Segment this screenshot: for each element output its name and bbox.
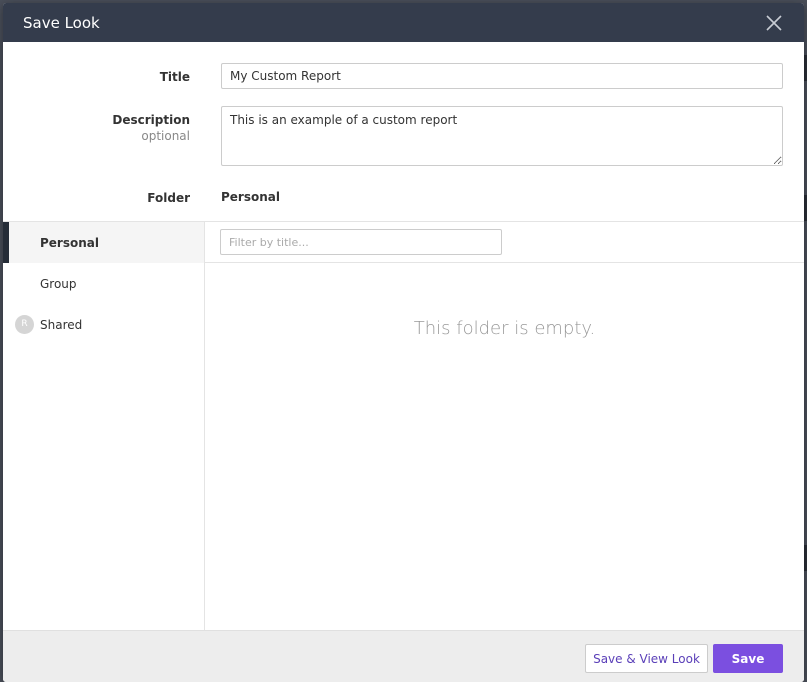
sidebar-item-personal[interactable]: Personal (3, 222, 204, 263)
folder-content: This folder is empty. (205, 222, 804, 630)
description-textarea[interactable]: This is an example of a custom report (221, 106, 783, 166)
title-label: Title (159, 70, 190, 84)
avatar: R (15, 315, 34, 334)
empty-folder-message: This folder is empty. (413, 318, 596, 339)
modal-header: Save Look (3, 3, 804, 42)
sidebar-item-label: Shared (40, 317, 83, 332)
sidebar-item-group[interactable]: Group (3, 263, 204, 304)
save-look-modal: Save Look Title Description optional Thi… (3, 3, 804, 682)
filter-bar (205, 222, 804, 263)
save-button[interactable]: Save (713, 644, 783, 673)
description-optional-label: optional (141, 129, 190, 143)
modal-title: Save Look (23, 13, 100, 32)
description-label-group: Description optional (30, 113, 190, 143)
save-and-view-button[interactable]: Save & View Look (585, 644, 708, 673)
sidebar-item-label: Personal (40, 235, 99, 250)
folder-label: Folder (147, 191, 190, 205)
save-look-form: Title Description optional This is an ex… (3, 42, 804, 222)
folder-sidebar: Personal Group R Shared (3, 222, 205, 630)
filter-input[interactable] (220, 229, 502, 255)
folder-browser: Personal Group R Shared This folder is e… (3, 221, 804, 630)
modal-footer: Save & View Look Save (3, 630, 804, 682)
sidebar-item-shared[interactable]: R Shared (3, 304, 204, 345)
title-input[interactable] (221, 63, 783, 89)
folder-value: Personal (221, 190, 280, 204)
close-icon[interactable] (764, 13, 784, 33)
sidebar-item-label: Group (40, 276, 77, 291)
description-label: Description (112, 113, 190, 127)
